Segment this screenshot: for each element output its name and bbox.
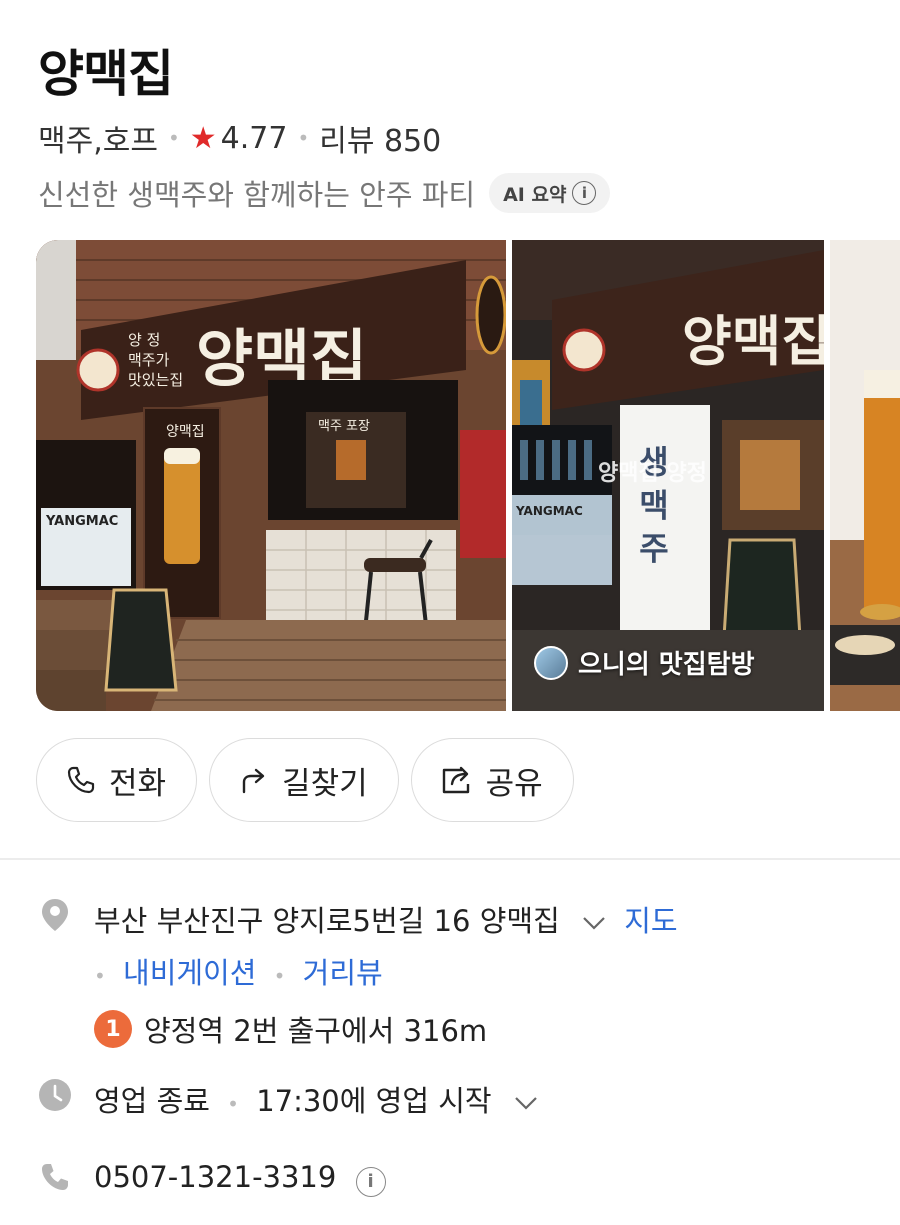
place-title: 양맥집 bbox=[38, 45, 174, 103]
star-icon: ★ bbox=[189, 120, 217, 156]
window-label: 맥주 포장 bbox=[318, 419, 370, 434]
info-icon[interactable]: i bbox=[355, 1166, 386, 1197]
phone-icon bbox=[67, 766, 95, 794]
yangmac-sign-text: YANGMAC bbox=[515, 504, 583, 518]
separator-dot: • bbox=[167, 126, 180, 150]
photo-credit: 으니의 맛집탐방 bbox=[534, 644, 755, 681]
share-label: 공유 bbox=[485, 765, 543, 802]
phone-number[interactable]: 0507-1321-3319 bbox=[94, 1160, 336, 1194]
ai-summary-chip[interactable]: AI 요약 i bbox=[489, 173, 611, 213]
location-pin-icon bbox=[38, 898, 72, 932]
beer-illustration bbox=[830, 240, 900, 711]
place-meta: 맥주,호프 • ★ 4.77 • 리뷰 850 bbox=[38, 116, 441, 160]
chevron-down-icon[interactable] bbox=[581, 904, 607, 938]
separator-dot: • bbox=[94, 964, 106, 988]
address-content: 부산 부산진구 양지로5번길 16 양맥집 지도 • 내비게이션 • 거리뷰 1… bbox=[94, 898, 678, 1050]
address-line: 부산 부산진구 양지로5번길 16 양맥집 지도 bbox=[94, 898, 678, 940]
phone-content: 0507-1321-3319 i bbox=[94, 1160, 386, 1197]
photo-overlay-text: 양맥집 양정 bbox=[598, 461, 707, 486]
summary-row: 신선한 생맥주와 함께하는 안주 파티 AI 요약 i bbox=[38, 172, 611, 214]
call-button[interactable]: 전화 bbox=[36, 738, 198, 822]
share-button[interactable]: 공유 bbox=[410, 738, 574, 822]
review-count-link[interactable]: 리뷰 850 bbox=[319, 116, 441, 160]
directions-label: 길찾기 bbox=[282, 765, 368, 802]
storefront-illustration: 양맥집 양 정 맥주가 맛있는집 YANGMAC 양맥집 맥주 포장 bbox=[36, 240, 506, 711]
hours-next-open: 17:30에 영업 시작 bbox=[256, 1084, 492, 1118]
call-label: 전화 bbox=[109, 765, 167, 802]
subway-line-badge: 1 bbox=[94, 1010, 132, 1048]
photo-carousel[interactable]: 양맥집 양 정 맥주가 맛있는집 YANGMAC 양맥집 맥주 포장 양맥집 Y… bbox=[36, 240, 900, 711]
directions-icon bbox=[242, 768, 265, 794]
separator-dot: • bbox=[297, 126, 310, 150]
ai-summary-label: AI 요약 bbox=[503, 183, 567, 206]
hours-content: 영업 종료 • 17:30에 영업 시작 bbox=[94, 1078, 547, 1120]
category-label: 맥주,호프 bbox=[38, 124, 158, 159]
sign-main-text: 양맥집 bbox=[682, 310, 824, 373]
separator-dot: • bbox=[273, 964, 286, 988]
phone-icon bbox=[38, 1160, 72, 1194]
rating-value: 4.77 bbox=[220, 120, 288, 156]
yangmac-sign-text: YANGMAC bbox=[45, 514, 118, 529]
chevron-down-icon[interactable] bbox=[513, 1084, 539, 1118]
place-summary: 신선한 생맥주와 함께하는 안주 파티 bbox=[38, 178, 476, 212]
section-divider bbox=[0, 858, 900, 860]
hours-section[interactable]: 영업 종료 • 17:30에 영업 시작 bbox=[38, 1078, 547, 1120]
hours-status: 영업 종료 bbox=[94, 1084, 210, 1118]
info-icon: i bbox=[572, 181, 597, 205]
subway-info: 1 양정역 2번 출구에서 316m bbox=[94, 1008, 678, 1050]
navigation-link[interactable]: 내비게이션 bbox=[123, 956, 256, 990]
sign-sub-text: 맛있는집 bbox=[128, 371, 183, 389]
sign-sub-text: 맥주가 bbox=[128, 351, 170, 369]
address-sub-links: • 내비게이션 • 거리뷰 bbox=[94, 950, 678, 992]
poster-label: 양맥집 bbox=[166, 424, 205, 440]
photo-night-storefront[interactable]: 양맥집 YANGMAC 생 맥 주 양맥집 양정 으니의 맛집탐방 bbox=[512, 240, 824, 711]
streetview-link[interactable]: 거리뷰 bbox=[303, 956, 383, 990]
photo-beer[interactable] bbox=[830, 240, 900, 711]
directions-button[interactable]: 길찾기 bbox=[209, 738, 399, 822]
clock-icon bbox=[38, 1078, 72, 1112]
phone-section[interactable]: 0507-1321-3319 i bbox=[38, 1160, 386, 1197]
photo-credit-name: 으니의 맛집탐방 bbox=[578, 650, 755, 680]
share-icon bbox=[442, 766, 469, 794]
action-buttons: 전화 길찾기 공유 bbox=[36, 738, 574, 822]
address-text[interactable]: 부산 부산진구 양지로5번길 16 양맥집 bbox=[94, 904, 560, 938]
address-section: 부산 부산진구 양지로5번길 16 양맥집 지도 • 내비게이션 • 거리뷰 1… bbox=[38, 898, 678, 1050]
subway-distance-text: 양정역 2번 출구에서 316m bbox=[144, 1014, 488, 1048]
avatar bbox=[534, 645, 568, 680]
map-link[interactable]: 지도 bbox=[624, 904, 677, 938]
separator-dot: • bbox=[227, 1092, 239, 1116]
night-storefront-illustration: 양맥집 YANGMAC 생 맥 주 양맥집 양정 bbox=[512, 240, 824, 711]
sign-sub-text: 양 정 bbox=[128, 331, 160, 349]
photo-storefront[interactable]: 양맥집 양 정 맥주가 맛있는집 YANGMAC 양맥집 맥주 포장 bbox=[36, 240, 506, 711]
